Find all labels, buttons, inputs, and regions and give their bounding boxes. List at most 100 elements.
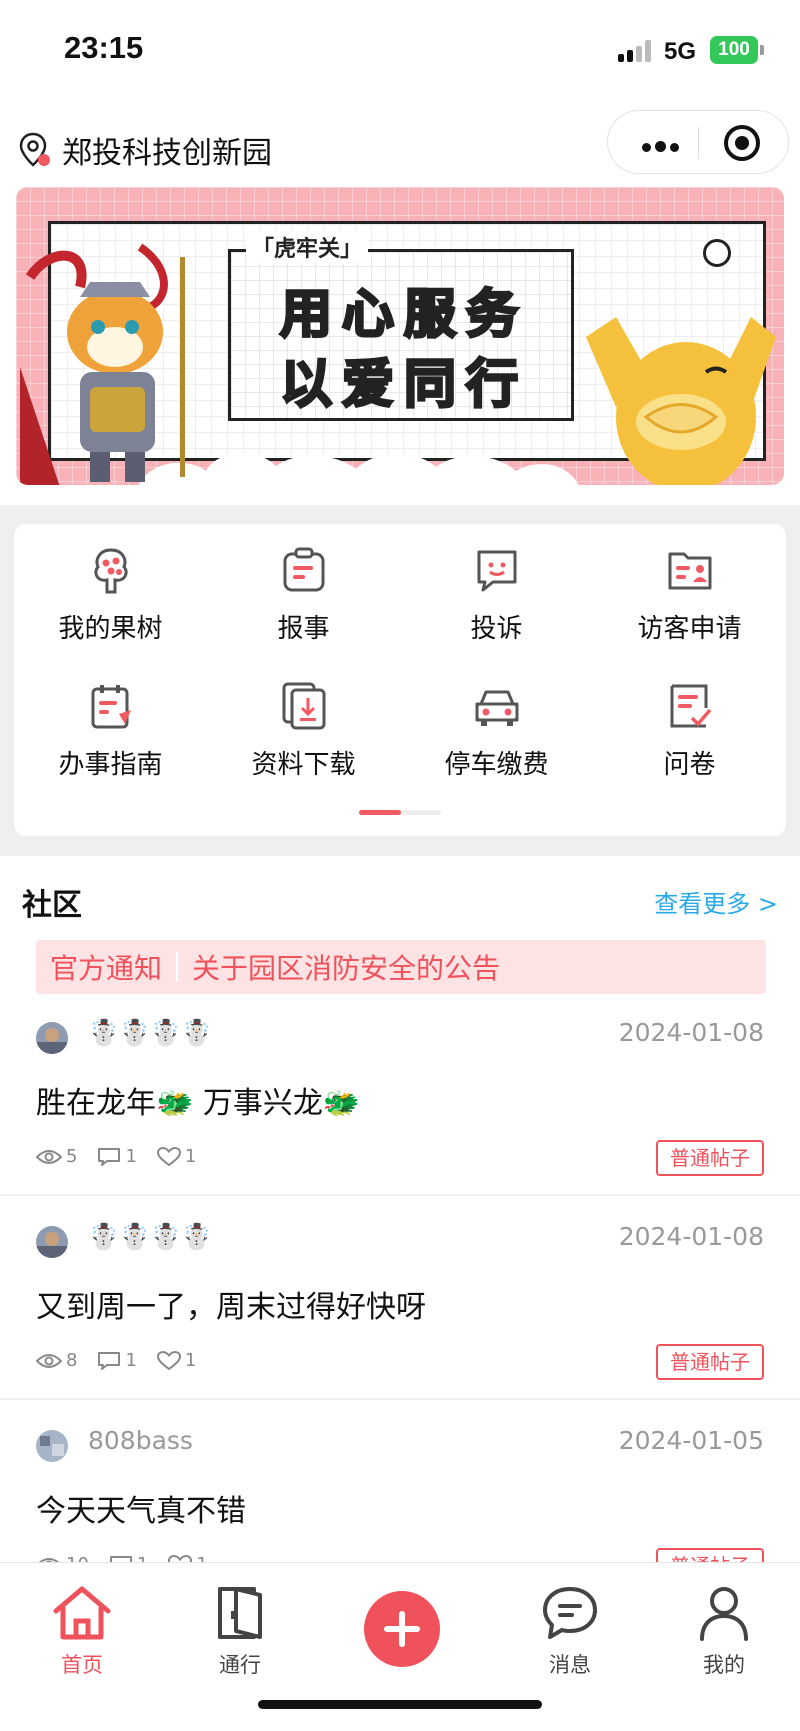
menu-item-parking[interactable]: 停车缴费 <box>400 680 593 790</box>
post-type-tag: 普通帖子 <box>656 1344 764 1380</box>
menu-label: 办事指南 <box>58 750 163 780</box>
profile-icon <box>700 1587 748 1641</box>
official-notice-bar[interactable]: 官方通知 关于园区消防安全的公告 <box>36 940 766 994</box>
post-type-tag: 普通帖子 <box>656 1140 764 1176</box>
post-type-tag: 普通帖子 <box>656 1548 764 1562</box>
comments-stat[interactable]: 1 <box>97 1146 137 1167</box>
menu-label: 投诉 <box>470 614 523 644</box>
plus-icon[interactable] <box>364 1591 440 1667</box>
menu-item-guide[interactable]: 办事指南 <box>14 680 207 790</box>
post-item[interactable]: ☃️☃️☃️☃️ 2024-01-08 又到周一了，周末过得好快呀 8 1 1 … <box>0 1198 800 1400</box>
post-content: 今天天气真不错 <box>36 1494 246 1529</box>
download-icon <box>282 682 326 730</box>
likes-stat[interactable]: 1 <box>168 1554 208 1562</box>
comments-count: 1 <box>137 1554 148 1562</box>
comments-stat[interactable]: 1 <box>97 1350 137 1371</box>
views-count: 10 <box>66 1554 89 1562</box>
battery-icon: 100 <box>710 36 758 64</box>
duck-mascot-icon <box>586 317 776 485</box>
menu-item-download[interactable]: 资料下载 <box>207 680 400 790</box>
banner-section: 用心服务 以爱同行 「虎牢关」 <box>0 185 800 505</box>
community-section: 社区 查看更多 > 官方通知 关于园区消防安全的公告 ☃️☃️☃️☃️ 2024… <box>0 856 800 1562</box>
notice-divider <box>176 952 179 982</box>
post-date: 2024-01-08 <box>618 1222 764 1251</box>
menu-label: 访客申请 <box>637 614 742 644</box>
tab-label: 消息 <box>549 1653 591 1677</box>
heart-icon <box>156 1350 181 1370</box>
car-icon <box>475 690 519 726</box>
comment-icon <box>109 1555 132 1562</box>
survey-icon <box>670 684 712 728</box>
post-author: ☃️☃️☃️☃️ <box>88 1222 213 1251</box>
tab-label: 首页 <box>61 1653 103 1677</box>
avatar[interactable] <box>36 1022 68 1054</box>
avatar[interactable] <box>36 1430 68 1462</box>
menu-item-survey[interactable]: 问卷 <box>593 680 786 790</box>
heart-icon <box>168 1554 193 1562</box>
post-item[interactable]: 808bass 2024-01-05 今天天气真不错 10 1 1 普通帖子 <box>0 1402 800 1562</box>
status-time: 23:15 <box>64 30 144 65</box>
likes-count: 1 <box>184 1146 197 1167</box>
post-content: 又到周一了，周末过得好快呀 <box>36 1290 426 1325</box>
message-icon <box>543 1587 597 1639</box>
post-date: 2024-01-08 <box>618 1018 764 1047</box>
see-more-link[interactable]: 查看更多 > <box>654 884 778 919</box>
location-header: 郑投科技创新园 <box>0 100 800 185</box>
capsule-divider <box>698 127 699 159</box>
views-stat: 5 <box>36 1146 77 1167</box>
post-author: 808bass <box>88 1426 193 1455</box>
comment-icon <box>98 1351 121 1370</box>
visitor-icon <box>668 552 712 590</box>
menu-item-fruit-tree[interactable]: 我的果树 <box>14 544 207 654</box>
likes-count: 1 <box>196 1554 207 1562</box>
menu-label: 问卷 <box>663 750 716 780</box>
tab-home[interactable]: 首页 <box>22 1583 142 1683</box>
tab-access[interactable]: 通行 <box>180 1583 300 1683</box>
tab-messages[interactable]: 消息 <box>510 1583 630 1683</box>
menu-label: 资料下载 <box>251 750 356 780</box>
menu-item-visitor[interactable]: 访客申请 <box>593 544 786 654</box>
comments-count: 1 <box>125 1350 137 1371</box>
complaint-icon <box>477 550 517 592</box>
section-title: 社区 <box>22 888 82 923</box>
post-date: 2024-01-05 <box>618 1426 764 1455</box>
tab-profile[interactable]: 我的 <box>664 1583 784 1683</box>
promo-banner[interactable]: 用心服务 以爱同行 「虎牢关」 <box>16 187 784 485</box>
post-stats: 5 1 1 <box>36 1146 216 1167</box>
signal-icon <box>618 40 656 62</box>
network-label: 5G <box>664 38 697 65</box>
close-target-icon[interactable] <box>724 125 760 161</box>
location-name: 郑投科技创新园 <box>62 136 272 171</box>
more-icon[interactable] <box>642 137 683 156</box>
door-icon <box>218 1587 262 1639</box>
mini-program-capsule <box>607 110 789 174</box>
banner-tag: 「虎牢关」 <box>246 231 369 263</box>
notice-text: 关于园区消防安全的公告 <box>192 952 501 985</box>
menu-page-indicator <box>359 810 441 815</box>
views-count: 8 <box>66 1350 78 1371</box>
post-stats: 8 1 1 <box>36 1350 216 1371</box>
menu-label: 我的果树 <box>58 614 163 644</box>
eye-icon <box>36 1353 62 1368</box>
menu-item-report[interactable]: 报事 <box>207 544 400 654</box>
likes-stat[interactable]: 1 <box>156 1146 197 1167</box>
fruit-tree-icon <box>94 548 128 594</box>
home-indicator <box>258 1700 542 1709</box>
likes-count: 1 <box>184 1350 197 1371</box>
likes-stat[interactable]: 1 <box>156 1350 197 1371</box>
heart-icon <box>156 1146 181 1166</box>
location-pin-icon <box>19 132 50 167</box>
views-stat: 8 <box>36 1350 77 1371</box>
avatar[interactable] <box>36 1226 68 1258</box>
views-count: 5 <box>66 1146 78 1167</box>
menu-item-complaint[interactable]: 投诉 <box>400 544 593 654</box>
eye-icon <box>36 1149 62 1164</box>
location-selector[interactable]: 郑投科技创新园 <box>18 128 272 172</box>
tab-label: 我的 <box>703 1653 745 1677</box>
battery-tip <box>760 45 764 55</box>
post-item[interactable]: ☃️☃️☃️☃️ 2024-01-08 胜在龙年🐲 万事兴龙🐲 5 1 1 普通… <box>0 994 800 1196</box>
comments-count: 1 <box>125 1146 137 1167</box>
service-menu: 我的果树 报事 投诉 访客申请 办事指南 资料下载 停车缴费 问卷 <box>14 524 786 836</box>
comments-stat[interactable]: 1 <box>109 1554 148 1562</box>
banner-slogan-card: 用心服务 以爱同行 <box>228 249 574 421</box>
